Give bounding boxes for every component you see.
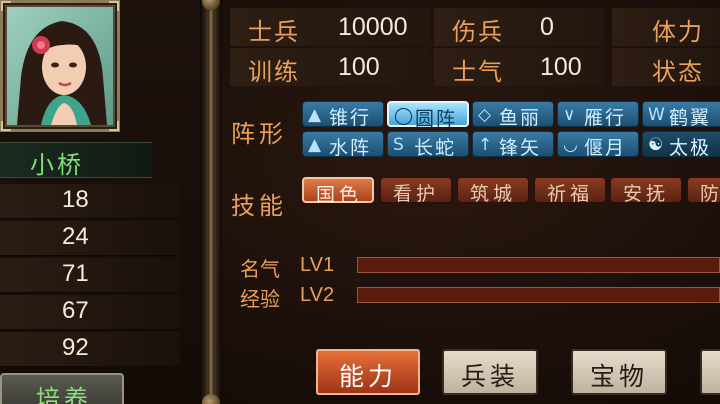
divider-knob-icon (202, 394, 220, 404)
frame-corner-icon (109, 121, 119, 131)
geese-icon: ∨ (563, 105, 576, 125)
soldiers-cell: 士兵 10000 (230, 8, 430, 46)
stamina-cell: 体力 (612, 8, 720, 46)
fishscale-icon: ◇ (478, 105, 492, 125)
morale-cell: 士气 100 (434, 48, 604, 86)
tab-equipment[interactable]: 兵装 (442, 349, 538, 395)
formation-name: 雁行 (584, 107, 627, 129)
tab-label: 宝物 (589, 362, 648, 391)
stat-value: 24 (62, 223, 89, 250)
exp-progress-bar (357, 287, 720, 303)
cultivate-label: 培养 (36, 385, 92, 404)
water-icon: ▲ (308, 135, 322, 155)
panel-divider (200, 0, 222, 404)
stat-row-command: 统率 18 (0, 184, 180, 219)
skill-button[interactable]: 看护 (380, 177, 452, 205)
cultivate-button[interactable]: 培养 (0, 373, 124, 404)
formation-name: 锋矢 (499, 137, 542, 159)
taiji-icon: ☯ (648, 135, 664, 155)
skills-label: 技能 (231, 192, 287, 220)
tab-treasure[interactable]: 宝物 (571, 349, 667, 395)
frame-corner-icon (1, 121, 11, 131)
morale-label: 士气 (452, 58, 504, 86)
stat-value: 18 (62, 186, 89, 213)
skill-button[interactable]: 国色 (302, 177, 374, 206)
wounded-value: 0 (540, 13, 554, 41)
formation-geese[interactable]: ∨ 雁行 (557, 101, 639, 129)
formation-wedge[interactable]: ▲ 锥行 (302, 101, 384, 129)
skill-button[interactable]: 筑城 (457, 177, 529, 205)
training-cell: 训练 100 (230, 48, 430, 86)
tab-label: 能力 (338, 362, 397, 391)
stat-row-force: 武力 24 (0, 221, 180, 256)
hero-portrait (7, 7, 113, 125)
training-value: 100 (338, 53, 380, 81)
formation-circle[interactable]: ◯ 圆阵 (387, 101, 469, 130)
stat-value: 71 (62, 260, 89, 287)
fame-label: 名气 (240, 257, 280, 281)
formation-snake[interactable]: S 长蛇 (387, 131, 469, 159)
portrait-frame[interactable] (0, 0, 120, 132)
arrow-up-icon: ↑ (478, 135, 493, 155)
hero-name-bar: 小桥 (0, 142, 152, 179)
frame-corner-icon (109, 1, 119, 11)
formation-name: 长蛇 (414, 137, 457, 159)
wounded-label: 伤兵 (452, 18, 504, 46)
soldiers-label: 士兵 (248, 18, 300, 46)
formation-name: 鱼丽 (499, 107, 542, 129)
formation-crescent[interactable]: ◡ 偃月 (557, 131, 639, 159)
formation-name: 鹤翼 (669, 107, 712, 129)
stat-row-affinity: 亲和 92 (0, 332, 180, 367)
stat-value: 67 (62, 297, 89, 324)
exp-level: LV2 (300, 284, 335, 306)
formation-label: 阵形 (231, 120, 287, 148)
wounded-cell: 伤兵 0 (434, 8, 604, 46)
formation-water[interactable]: ▲ 水阵 (302, 131, 384, 159)
tab-more[interactable] (700, 349, 720, 395)
formation-name: 偃月 (584, 137, 627, 159)
skill-name: 筑城 (470, 183, 517, 205)
skill-name: 安抚 (623, 183, 670, 205)
exp-label: 经验 (240, 287, 280, 311)
wedge-icon: ▲ (308, 105, 322, 125)
formation-fishscale[interactable]: ◇ 鱼丽 (472, 101, 554, 129)
training-label: 训练 (248, 58, 300, 86)
formation-name: 锥行 (329, 107, 372, 129)
circle-icon: ◯ (394, 106, 414, 126)
tab-label: 兵装 (460, 362, 519, 391)
crane-icon: W (648, 105, 665, 125)
tab-ability[interactable]: 能力 (316, 349, 420, 395)
general-info-screen: 小桥 统率 18 武力 24 智力 71 政治 67 亲和 92 培养 (0, 0, 720, 404)
skill-name: 看护 (393, 183, 440, 205)
fame-level: LV1 (300, 254, 335, 276)
frame-corner-icon (1, 1, 11, 11)
snake-icon: S (393, 135, 404, 155)
crescent-icon: ◡ (563, 135, 578, 155)
skill-name: 防 (700, 179, 720, 202)
formation-name: 圆阵 (415, 108, 458, 130)
hero-portrait-art (7, 7, 113, 125)
soldiers-value: 10000 (338, 13, 408, 41)
formation-taiji[interactable]: ☯ 太极 (642, 131, 720, 159)
hero-name: 小桥 (30, 151, 84, 179)
formation-crane[interactable]: W 鹤翼 (642, 101, 720, 129)
formation-name: 太极 (669, 137, 712, 159)
fame-progress-bar (357, 257, 720, 273)
divider-knob-icon (202, 0, 220, 10)
status-label: 状态 (652, 58, 704, 86)
hero-panel: 小桥 统率 18 武力 24 智力 71 政治 67 亲和 92 培养 (0, 0, 206, 404)
stat-row-politics: 政治 67 (0, 295, 180, 330)
skill-name: 国色 (316, 184, 363, 206)
status-cell: 状态 (612, 48, 720, 86)
stat-value: 92 (62, 334, 89, 361)
skill-button[interactable]: 防 (687, 177, 720, 203)
skill-button[interactable]: 安抚 (610, 177, 682, 205)
morale-value: 100 (540, 53, 582, 81)
stat-row-intelligence: 智力 71 (0, 258, 180, 293)
skill-name: 祈福 (547, 183, 594, 205)
formation-arrow[interactable]: ↑ 锋矢 (472, 131, 554, 159)
formation-name: 水阵 (329, 137, 372, 159)
skill-button[interactable]: 祈福 (534, 177, 606, 205)
stamina-label: 体力 (652, 18, 704, 46)
